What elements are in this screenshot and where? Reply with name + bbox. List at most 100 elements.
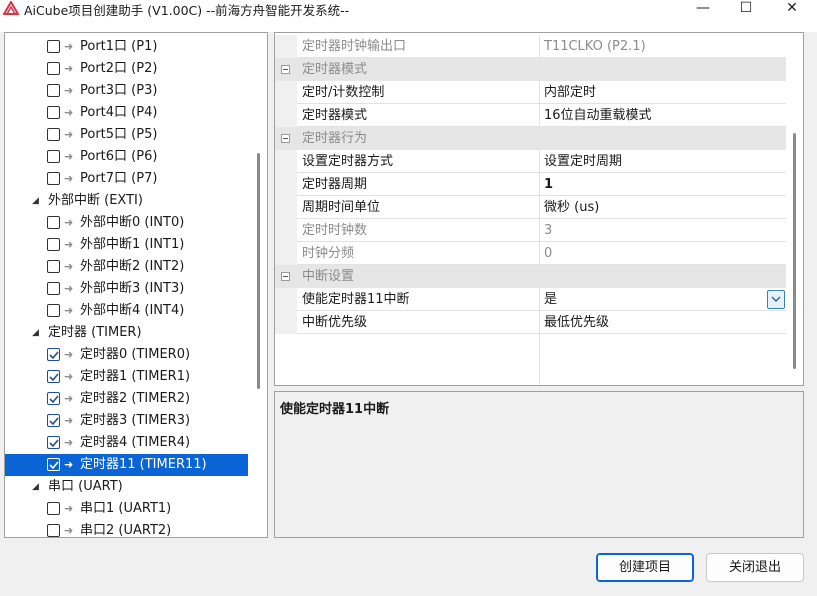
tree-item-port2[interactable]: ➜ Port2口 (P2) — [5, 58, 248, 80]
tree-item-int1[interactable]: ➜ 外部中断1 (INT1) — [5, 234, 248, 256]
collapse-toggle-icon[interactable] — [281, 272, 290, 281]
prop-row-clock-output[interactable]: 定时器时钟输出口 T11CLKO (P2.1) — [275, 35, 786, 58]
prop-row-set-method[interactable]: 设置定时器方式 设置定时周期 — [275, 150, 786, 173]
tree-item-label: 外部中断0 (INT0) — [80, 215, 185, 230]
prop-name: 定时器模式 — [302, 108, 368, 123]
tree-item-label: 定时器0 (TIMER0) — [80, 347, 191, 362]
checkbox[interactable] — [47, 524, 60, 537]
prop-name: 使能定时器11中断 — [302, 292, 410, 307]
checkbox[interactable] — [47, 304, 60, 317]
checkbox[interactable] — [47, 128, 60, 141]
prop-value[interactable]: 是 — [544, 288, 557, 311]
property-scrollbar[interactable] — [793, 133, 796, 369]
tree-item-timer1[interactable]: ➜ 定时器1 (TIMER1) — [5, 366, 248, 388]
tree-item-int4[interactable]: ➜ 外部中断4 (INT4) — [5, 300, 248, 322]
tree-item-label: 外部中断2 (INT2) — [80, 259, 185, 274]
close-window-button[interactable]: ✕ — [769, 0, 815, 16]
aicube-app-icon — [2, 0, 20, 15]
create-project-button[interactable]: 创建项目 — [596, 553, 694, 582]
tree-group-exti[interactable]: ◢ 外部中断 (EXTI) — [5, 190, 248, 212]
checkbox[interactable] — [47, 260, 60, 273]
prop-row-enable-interrupt[interactable]: 使能定时器11中断 是 — [275, 288, 786, 311]
prop-row-clock-divider[interactable]: 时钟分频 0 — [275, 242, 786, 265]
arrow-right-icon: ➜ — [64, 370, 74, 383]
prop-row-timer-period[interactable]: 定时器周期 1 — [275, 173, 786, 196]
tree-item-timer3[interactable]: ➜ 定时器3 (TIMER3) — [5, 410, 248, 432]
tree-item-label: 定时器3 (TIMER3) — [80, 413, 191, 428]
tree-item-timer11[interactable]: ➜ 定时器11 (TIMER11) — [5, 454, 248, 476]
peripheral-tree[interactable]: ➜ Port1口 (P1) ➜ Port2口 (P2) ➜ Port3口 (P3… — [4, 32, 268, 538]
checkbox[interactable] — [47, 502, 60, 515]
checkmark-icon — [49, 395, 59, 404]
tree-item-port5[interactable]: ➜ Port5口 (P5) — [5, 124, 248, 146]
tree-item-label: Port3口 (P3) — [80, 83, 158, 98]
title-bar: AiCube项目创建助手 (V1.00C) --前海方舟智能开发系统-- — ☐… — [0, 0, 817, 32]
tree-item-uart1[interactable]: ➜ 串口1 (UART1) — [5, 498, 248, 520]
tree-group-label: 外部中断 (EXTI) — [48, 193, 143, 208]
checkbox[interactable] — [47, 216, 60, 229]
tree-scrollbar[interactable] — [257, 153, 260, 389]
expand-caret-icon[interactable]: ◢ — [32, 322, 39, 344]
collapse-toggle-icon[interactable] — [281, 65, 290, 74]
checkbox-checked[interactable] — [47, 392, 60, 405]
checkbox[interactable] — [47, 62, 60, 75]
dropdown-button[interactable] — [767, 290, 785, 309]
checkbox[interactable] — [47, 150, 60, 163]
tree-item-int3[interactable]: ➜ 外部中断3 (INT3) — [5, 278, 248, 300]
tree-item-timer4[interactable]: ➜ 定时器4 (TIMER4) — [5, 432, 248, 454]
prop-value: 16位自动重载模式 — [544, 108, 652, 123]
category-interrupt[interactable]: 中断设置 — [275, 265, 786, 288]
tree-item-int2[interactable]: ➜ 外部中断2 (INT2) — [5, 256, 248, 278]
tree-item-port7[interactable]: ➜ Port7口 (P7) — [5, 168, 248, 190]
prop-name: 定时器周期 — [302, 177, 368, 192]
checkbox-checked[interactable] — [47, 436, 60, 449]
prop-row-count-control[interactable]: 定时/计数控制 内部定时 — [275, 81, 786, 104]
category-label: 定时器模式 — [302, 62, 368, 77]
checkbox[interactable] — [47, 84, 60, 97]
arrow-right-icon: ➜ — [64, 436, 74, 449]
checkbox[interactable] — [47, 106, 60, 119]
expand-caret-icon[interactable]: ◢ — [32, 190, 39, 212]
close-exit-button[interactable]: 关闭退出 — [706, 553, 804, 582]
checkbox-checked[interactable] — [47, 458, 60, 471]
tree-item-label: 外部中断3 (INT3) — [80, 281, 185, 296]
arrow-right-icon: ➜ — [64, 524, 74, 537]
tree-item-port4[interactable]: ➜ Port4口 (P4) — [5, 102, 248, 124]
arrow-right-icon: ➜ — [64, 458, 74, 471]
tree-group-uart[interactable]: ◢ 串口 (UART) — [5, 476, 248, 498]
category-timer-mode[interactable]: 定时器模式 — [275, 58, 786, 81]
collapse-toggle-icon[interactable] — [281, 134, 290, 143]
tree-item-label: 串口1 (UART1) — [80, 501, 172, 516]
prop-row-timer-mode[interactable]: 定时器模式 16位自动重载模式 — [275, 104, 786, 127]
checkmark-icon — [49, 351, 59, 360]
tree-item-port6[interactable]: ➜ Port6口 (P6) — [5, 146, 248, 168]
prop-row-time-unit[interactable]: 周期时间单位 微秒 (us) — [275, 196, 786, 219]
checkbox[interactable] — [47, 282, 60, 295]
tree-item-port3[interactable]: ➜ Port3口 (P3) — [5, 80, 248, 102]
checkbox-checked[interactable] — [47, 370, 60, 383]
maximize-button[interactable]: ☐ — [723, 0, 769, 16]
prop-value: T11CLKO (P2.1) — [544, 39, 646, 54]
property-grid[interactable]: 定时器时钟输出口 T11CLKO (P2.1) 定时器模式 定时/计数控制 内部… — [274, 32, 804, 386]
tree-item-timer2[interactable]: ➜ 定时器2 (TIMER2) — [5, 388, 248, 410]
prop-value: 3 — [544, 223, 553, 238]
tree-item-timer0[interactable]: ➜ 定时器0 (TIMER0) — [5, 344, 248, 366]
tree-item-port1[interactable]: ➜ Port1口 (P1) — [5, 36, 248, 58]
prop-row-clock-count[interactable]: 定时时钟数 3 — [275, 219, 786, 242]
tree-item-int0[interactable]: ➜ 外部中断0 (INT0) — [5, 212, 248, 234]
checkbox[interactable] — [47, 40, 60, 53]
prop-name: 定时时钟数 — [302, 223, 368, 238]
expand-caret-icon[interactable]: ◢ — [32, 476, 39, 498]
checkbox-checked[interactable] — [47, 348, 60, 361]
window-title: AiCube项目创建助手 (V1.00C) --前海方舟智能开发系统-- — [24, 3, 350, 18]
checkbox[interactable] — [47, 172, 60, 185]
checkbox-checked[interactable] — [47, 414, 60, 427]
tree-item-uart2[interactable]: ➜ 串口2 (UART2) — [5, 520, 248, 537]
category-timer-behavior[interactable]: 定时器行为 — [275, 127, 786, 150]
checkbox[interactable] — [47, 238, 60, 251]
minimize-button[interactable]: — — [680, 0, 726, 16]
category-label: 定时器行为 — [302, 131, 368, 146]
tree-item-label: Port1口 (P1) — [80, 39, 158, 54]
tree-group-timer[interactable]: ◢ 定时器 (TIMER) — [5, 322, 248, 344]
prop-row-interrupt-priority[interactable]: 中断优先级 最低优先级 — [275, 311, 786, 334]
